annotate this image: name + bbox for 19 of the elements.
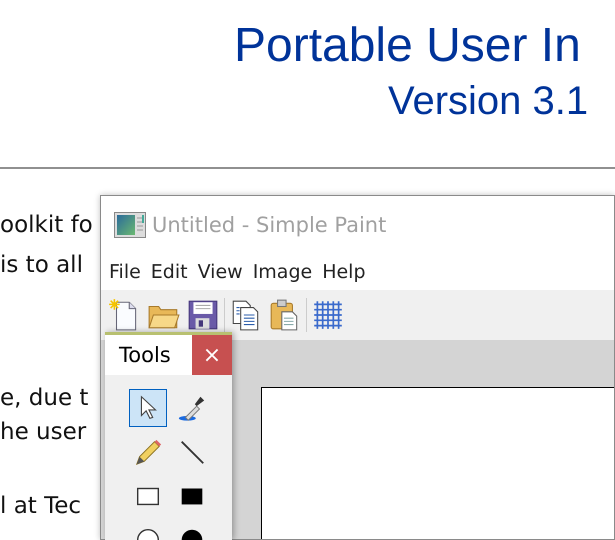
body-text-line: he user <box>0 418 86 447</box>
body-text-line: is to all <box>0 251 83 280</box>
close-button[interactable]: × <box>192 335 232 375</box>
body-text-line: oolkit fo <box>0 211 93 240</box>
pencil-icon <box>133 437 163 467</box>
tool-button[interactable] <box>129 389 167 427</box>
page-title: Portable User In <box>234 18 581 73</box>
version-subtitle: Version 3.1 <box>388 79 588 124</box>
menu-item[interactable]: View <box>198 261 243 283</box>
panel-title: Tools <box>119 343 171 367</box>
body-text-line: l at Tec <box>0 492 82 521</box>
body-text-line: e, due t <box>0 384 88 413</box>
app-icon <box>114 212 146 238</box>
menu-item[interactable]: Help <box>322 261 366 283</box>
menu-item[interactable]: Image <box>252 261 312 283</box>
menu-item[interactable]: Edit <box>150 261 188 283</box>
grid-icon[interactable] <box>311 298 345 332</box>
window-title: Untitled - Simple Paint <box>152 213 386 237</box>
menu-item[interactable]: File <box>109 261 141 283</box>
